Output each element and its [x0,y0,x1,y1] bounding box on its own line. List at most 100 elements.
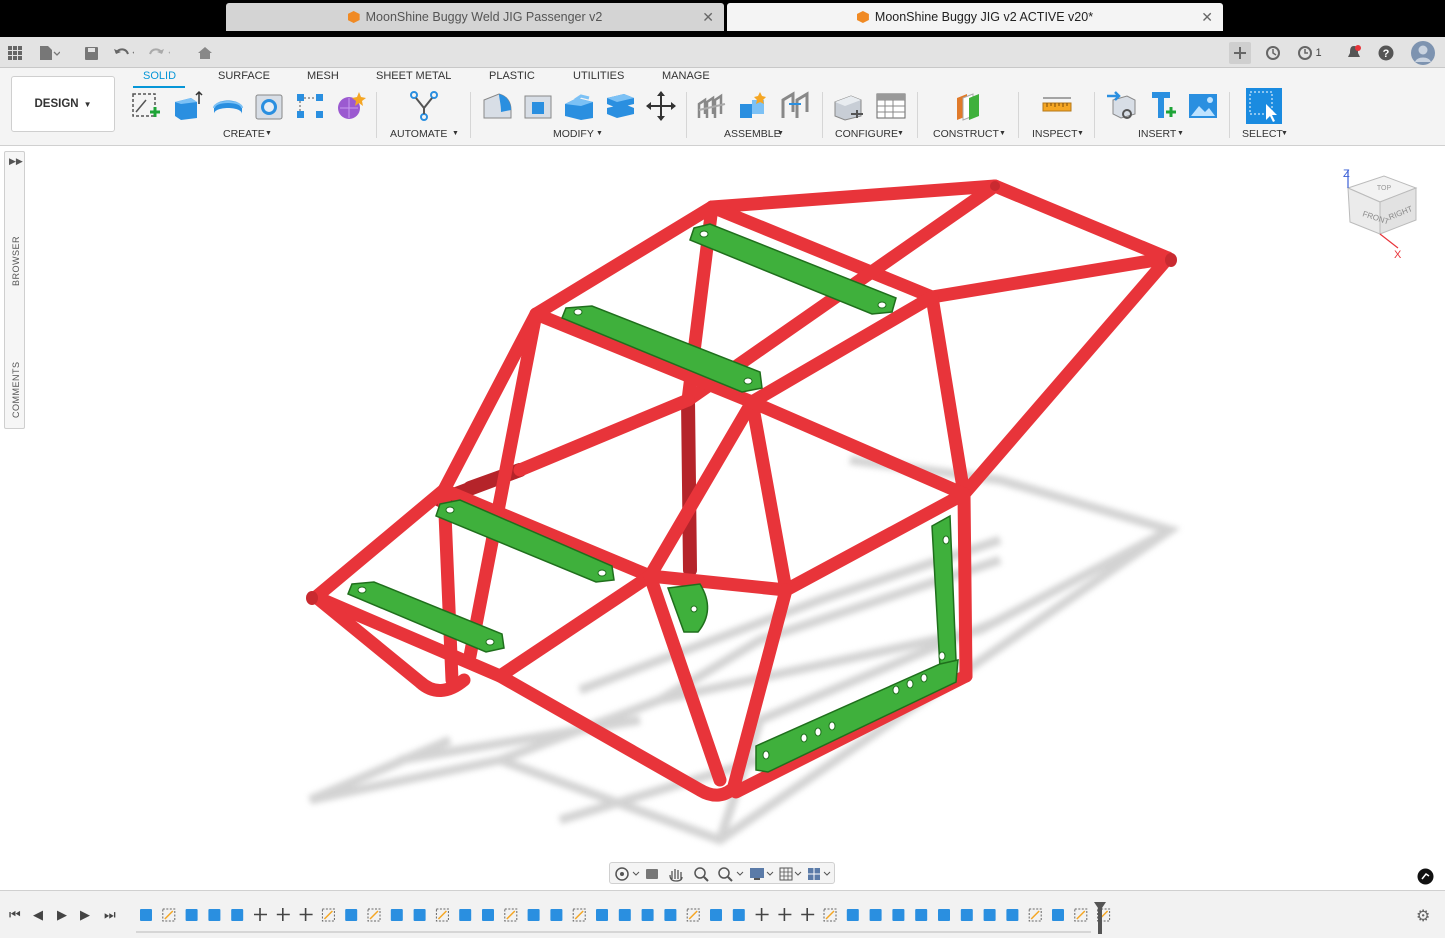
timeline-sketch-feature[interactable] [1074,908,1088,922]
redo-icon[interactable] [148,42,170,64]
timeline-body-feature[interactable] [641,909,654,921]
comments-panel-toggle[interactable]: COMMENTS [11,362,21,419]
timeline-sketch-feature[interactable] [1028,908,1042,922]
group-assemble[interactable]: ASSEMBLE [724,128,781,140]
play-icon[interactable]: ▶ [57,907,67,923]
group-insert[interactable]: INSERT [1138,128,1176,140]
offset-plane-icon[interactable] [953,90,985,122]
tab-mesh[interactable]: MESH [307,70,339,82]
notification-bell-icon[interactable] [1343,42,1365,64]
grid-settings-icon[interactable] [779,867,802,881]
group-automate[interactable]: AUTOMATE [390,128,447,140]
home-icon[interactable] [194,42,216,64]
fit-icon[interactable] [718,867,744,882]
create-sketch-icon[interactable] [130,90,162,122]
timeline-body-feature[interactable] [231,909,244,921]
timeline-body-feature[interactable] [413,909,426,921]
timeline-body-feature[interactable] [596,909,608,921]
tab-plastic[interactable]: PLASTIC [489,70,535,82]
timeline-sketch-feature[interactable] [435,908,449,922]
step-forward-icon[interactable]: ▶ [80,907,90,923]
view-cube[interactable]: TOP FRONT RIGHT Z X [1338,164,1428,260]
pattern-icon[interactable] [294,90,326,122]
timeline-body-feature[interactable] [915,909,928,921]
timeline-move-feature[interactable] [755,908,769,921]
grid-menu-icon[interactable] [4,42,26,64]
hole-icon[interactable] [253,90,285,122]
display-settings-icon[interactable] [750,868,774,880]
file-icon[interactable] [38,42,60,64]
timeline-sketch-feature[interactable] [504,908,518,922]
extrude-icon[interactable] [171,90,203,122]
go-to-end-icon[interactable]: ⏭ [104,907,116,923]
viewports-icon[interactable] [808,868,831,880]
group-inspect[interactable]: INSPECT [1032,128,1078,140]
look-at-icon[interactable] [646,869,658,879]
comment-toggle-icon[interactable] [1417,868,1434,885]
timeline-move-feature[interactable] [254,908,267,921]
expand-panel-icon[interactable]: ▶▶ [9,156,23,167]
new-component-icon[interactable] [697,90,729,122]
timeline-sketch-feature[interactable] [572,908,586,922]
step-back-icon[interactable]: ◀ [33,907,43,923]
timeline-body-feature[interactable] [732,909,745,921]
configure-icon[interactable] [833,90,865,122]
go-to-start-icon[interactable]: ⏮ [9,907,21,923]
timeline-body-feature[interactable] [960,909,973,921]
timeline-body-feature[interactable] [459,909,472,921]
timeline-body-feature[interactable] [482,909,494,921]
timeline-sketch-feature[interactable] [367,908,381,922]
undo-icon[interactable] [112,42,134,64]
insert-mcmaster-icon[interactable] [1146,90,1178,122]
timeline-body-feature[interactable] [208,909,221,921]
as-built-joint-icon[interactable] [779,90,811,122]
timeline-body-feature[interactable] [938,909,950,921]
group-create[interactable]: CREATE [223,128,265,140]
refresh-icon[interactable] [1262,42,1284,64]
close-icon[interactable]: ✕ [1201,9,1213,26]
timeline-body-feature[interactable] [345,909,358,921]
timeline-body-feature[interactable] [1006,909,1019,921]
timeline-body-feature[interactable] [140,909,152,921]
group-select[interactable]: SELECT [1242,128,1283,140]
new-tab-icon[interactable] [1229,42,1251,64]
timeline-body-feature[interactable] [390,909,403,921]
tab-weld-jig-passenger[interactable]: MoonShine Buggy Weld JIG Passenger v2 ✕ [226,3,724,31]
timeline-features[interactable] [136,900,1116,936]
configuration-table-icon[interactable] [875,90,907,122]
timeline-body-feature[interactable] [892,909,905,921]
tab-solid[interactable]: SOLID [143,70,176,82]
combine-icon[interactable] [604,90,636,122]
3d-viewport[interactable] [0,147,1445,890]
tab-manage[interactable]: MANAGE [662,70,710,82]
revolve-icon[interactable] [212,90,244,122]
timeline-body-feature[interactable] [550,909,563,921]
tab-buggy-jig-active[interactable]: MoonShine Buggy JIG v2 ACTIVE v20* ✕ [727,3,1223,31]
timeline-body-feature[interactable] [618,909,631,921]
tab-surface[interactable]: SURFACE [218,70,270,82]
timeline-sketch-feature[interactable] [823,908,837,922]
tab-sheet-metal[interactable]: SHEET METAL [376,70,451,82]
job-status-icon[interactable]: 1 [1295,42,1325,64]
timeline-body-feature[interactable] [664,909,677,921]
timeline-settings-gear-icon[interactable]: ⚙ [1416,906,1430,926]
orbit-icon[interactable] [615,867,640,881]
workspace-switcher[interactable]: DESIGN ▼ [11,76,115,132]
pan-icon[interactable] [669,869,683,882]
group-construct[interactable]: CONSTRUCT [933,128,999,140]
move-icon[interactable] [645,90,677,122]
timeline-body-feature[interactable] [1052,909,1064,921]
timeline-body-feature[interactable] [983,909,996,921]
timeline-marker[interactable] [1094,902,1106,934]
automate-icon[interactable] [408,90,440,122]
select-icon[interactable] [1246,88,1282,124]
timeline-body-feature[interactable] [846,909,859,921]
help-icon[interactable]: ? [1375,42,1397,64]
measure-icon[interactable] [1041,90,1073,122]
joint-icon[interactable] [738,90,770,122]
model-canvas[interactable] [0,147,1445,890]
insert-derive-icon[interactable] [1105,90,1137,122]
tab-utilities[interactable]: UTILITIES [573,70,624,82]
timeline-body-feature[interactable] [185,909,198,921]
timeline-move-feature[interactable] [801,908,815,921]
